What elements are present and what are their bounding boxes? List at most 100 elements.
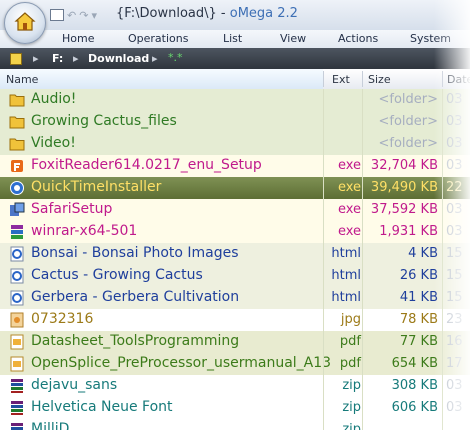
file-size: 39,490 KB: [370, 180, 438, 195]
column-divider[interactable]: [362, 71, 363, 87]
html-page-icon: [9, 290, 25, 306]
file-name: Cactus - Growing Cactus: [31, 267, 203, 283]
file-name: Helvetica Neue Font: [31, 399, 173, 415]
column-divider[interactable]: [323, 71, 324, 87]
file-date: 03: [446, 202, 463, 217]
setup-icon: [9, 202, 25, 218]
file-size: 32,704 KB: [370, 158, 438, 173]
folder-icon: [9, 114, 25, 130]
file-ext: html: [331, 246, 361, 261]
file-date: 03: [446, 400, 463, 415]
title-bar: ↶ ↷ ▾ {F:\Download\} - oMega 2.2: [0, 0, 470, 30]
html-page-icon: [9, 268, 25, 284]
quicktime-icon: [9, 180, 25, 196]
file-date: 03: [446, 224, 463, 239]
app-name: oMega 2.2: [229, 6, 298, 21]
archive-icon: [9, 422, 25, 430]
document-icon[interactable]: [50, 9, 64, 21]
file-ext: zip: [342, 378, 361, 393]
file-name: Gerbera - Gerbera Cultivation: [31, 289, 240, 305]
column-ext[interactable]: Ext: [332, 73, 350, 86]
column-name[interactable]: Name: [6, 73, 38, 86]
home-icon: [14, 12, 36, 31]
edit-path-icon[interactable]: [10, 53, 22, 65]
file-name: OpenSplice_PreProcessor_usermanual_A13: [31, 355, 332, 371]
folder-icon: [9, 92, 25, 108]
tab-actions[interactable]: Actions: [338, 32, 378, 45]
file-list: Audio! <folder> 03 Growing Cactus_files <fol…: [0, 89, 470, 430]
tab-home[interactable]: Home: [62, 32, 94, 45]
table-row[interactable]: Gerbera - Gerbera Cultivation html 41 KB 15: [0, 287, 470, 309]
table-row[interactable]: Growing Cactus_files <folder> 03: [0, 111, 470, 133]
file-name: Growing Cactus_files: [31, 113, 177, 129]
folder-icon: [9, 136, 25, 152]
file-name: Video!: [31, 135, 76, 151]
file-ext: pdf: [339, 356, 361, 371]
file-ext: html: [331, 268, 361, 283]
customize-dropdown-icon[interactable]: ▾: [91, 9, 97, 22]
pdf-icon: [9, 356, 25, 372]
column-gridline: [442, 89, 443, 430]
tab-list[interactable]: List: [223, 32, 242, 45]
column-divider[interactable]: [442, 71, 443, 87]
file-date: 03: [446, 114, 463, 129]
file-name: dejavu_sans: [31, 377, 118, 393]
column-date[interactable]: Date: [447, 73, 470, 86]
file-name: Bonsai - Bonsai Photo Images: [31, 245, 239, 261]
table-row[interactable]: Helvetica Neue Font zip 606 KB 03: [0, 397, 470, 419]
table-row[interactable]: OpenSplice_PreProcessor_usermanual_A13 pd…: [0, 353, 470, 375]
tab-operations[interactable]: Operations: [128, 32, 188, 45]
table-row[interactable]: Video! <folder> 03: [0, 133, 470, 155]
chevron-right-icon: ▸: [73, 52, 79, 65]
file-date: 03: [446, 92, 463, 107]
file-name: Audio!: [31, 91, 77, 107]
file-date: 15: [446, 290, 463, 305]
html-page-icon: [9, 246, 25, 262]
file-size: <folder>: [378, 114, 438, 129]
path-folder[interactable]: Download: [88, 52, 149, 65]
file-ext: exe: [337, 158, 361, 173]
file-name: winrar-x64-501: [31, 223, 138, 239]
file-size: 77 KB: [399, 334, 438, 349]
path-drive[interactable]: F:: [52, 52, 63, 65]
app-menu-button[interactable]: [4, 2, 46, 44]
chevron-right-icon: ▸: [33, 52, 39, 65]
table-row[interactable]: Datasheet_ToolsProgramming pdf 77 KB 16: [0, 331, 470, 353]
window-title: {F:\Download\} - oMega 2.2: [116, 6, 298, 21]
pdf-icon: [9, 334, 25, 350]
file-ext: pdf: [339, 334, 361, 349]
installer-icon: [9, 158, 25, 174]
table-row[interactable]: Bonsai - Bonsai Photo Images html 4 KB 15: [0, 243, 470, 265]
column-size[interactable]: Size: [368, 73, 391, 86]
file-ext: exe: [337, 202, 361, 217]
file-ext: html: [331, 290, 361, 305]
table-row[interactable]: Audio! <folder> 03: [0, 89, 470, 111]
title-separator: -: [216, 6, 230, 21]
file-ext: exe: [337, 180, 361, 195]
tab-system[interactable]: System: [410, 32, 451, 45]
winrar-icon: [9, 224, 25, 240]
table-row[interactable]: MilliD zip: [0, 419, 470, 430]
file-name: MilliD: [31, 421, 70, 430]
tab-view[interactable]: View: [280, 32, 306, 45]
table-row[interactable]: 0732316 jpg 78 KB 23: [0, 309, 470, 331]
file-ext: jpg: [340, 312, 361, 327]
table-row[interactable]: Cactus - Growing Cactus html 26 KB 15: [0, 265, 470, 287]
table-row[interactable]: winrar-x64-501 exe 1,931 KB 03: [0, 221, 470, 243]
file-name: FoxitReader614.0217_enu_Setup: [31, 157, 262, 173]
file-ext: zip: [342, 400, 361, 415]
undo-icon[interactable]: ↶: [67, 9, 76, 22]
file-size: <folder>: [378, 136, 438, 151]
ribbon-tabs: Home Operations List View Actions System: [0, 30, 470, 49]
table-row-selected[interactable]: QuickTimeInstaller exe 39,490 KB 22: [0, 177, 470, 199]
archive-icon: [9, 400, 25, 416]
file-date: 15: [446, 246, 463, 261]
table-row[interactable]: SafariSetup exe 37,592 KB 03: [0, 199, 470, 221]
table-row[interactable]: FoxitReader614.0217_enu_Setup exe 32,704 K…: [0, 155, 470, 177]
file-size: 26 KB: [399, 268, 438, 283]
file-size: 37,592 KB: [370, 202, 438, 217]
filter-mask[interactable]: *.*: [168, 51, 183, 64]
path-bar: ▸ F: ▸ Download ▸ *.*: [0, 48, 470, 69]
redo-icon[interactable]: ↷: [79, 9, 88, 22]
table-row[interactable]: dejavu_sans zip 308 KB 03: [0, 375, 470, 397]
